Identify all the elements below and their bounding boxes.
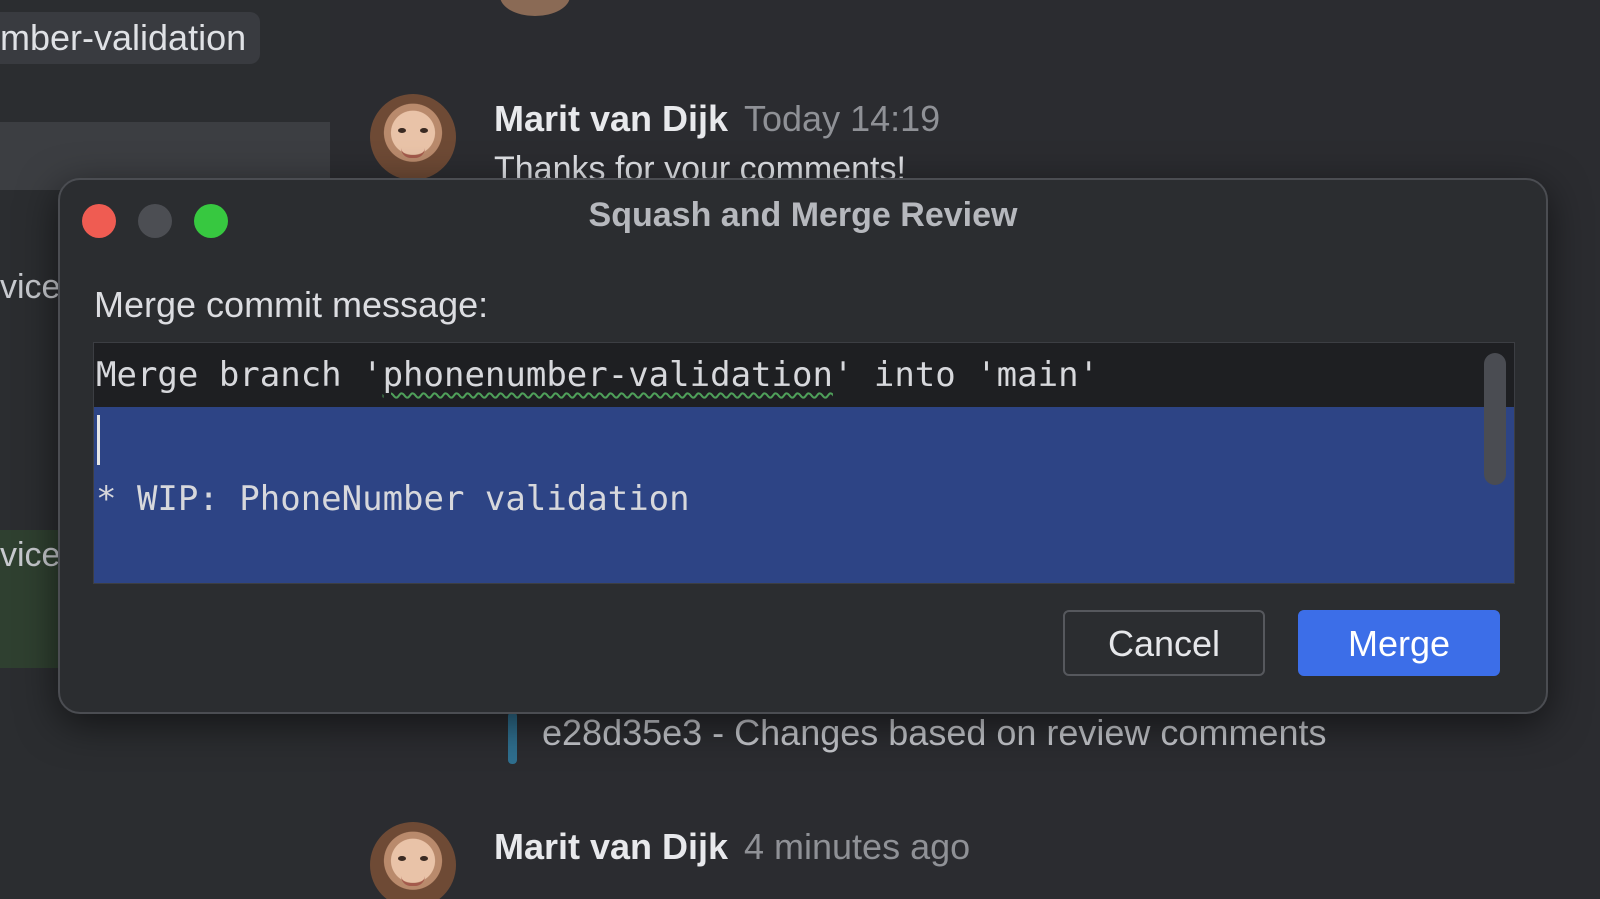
dialog-title: Squash and Merge Review [588,196,1018,234]
comment-time: Today 14:19 [744,98,941,139]
editor-scrollbar[interactable] [1484,353,1506,485]
text-caret [97,415,100,465]
line-suffix: ' into 'main' [832,355,1100,395]
line-prefix: Merge branch ' [96,355,383,395]
squash-merge-dialog: Squash and Merge Review Merge commit mes… [58,178,1548,714]
screen: mber-validation vice vice Marit van Dijk… [0,0,1600,899]
commit-message-label: Merge commit message: [94,284,489,325]
comment-time: 4 minutes ago [744,826,971,867]
branch-chip[interactable]: mber-validation [0,12,261,64]
commit-message-line: Merge branch 'phonenumber-validation' in… [96,355,1099,395]
comment-author[interactable]: Marit van Dijk [494,826,728,868]
left-list-item-text: vice [0,268,61,306]
avatar [370,822,456,899]
cancel-button[interactable]: Cancel [1063,610,1265,676]
text-selection: * WIP: PhoneNumber validation [94,407,1514,583]
commit-link[interactable]: e28d35e3 - Changes based on review comme… [542,712,1326,754]
commit-marker [508,712,517,764]
merge-button[interactable]: Merge [1298,610,1500,676]
branch-name-spellcheck: phonenumber-validation [382,355,833,395]
avatar [370,94,456,180]
left-list-item-text: vice [0,536,61,574]
commit-message-line: * WIP: PhoneNumber validation [96,479,690,519]
comment-author[interactable]: Marit van Dijk [494,98,728,140]
commit-message-editor[interactable]: Merge branch 'phonenumber-validation' in… [93,342,1515,584]
